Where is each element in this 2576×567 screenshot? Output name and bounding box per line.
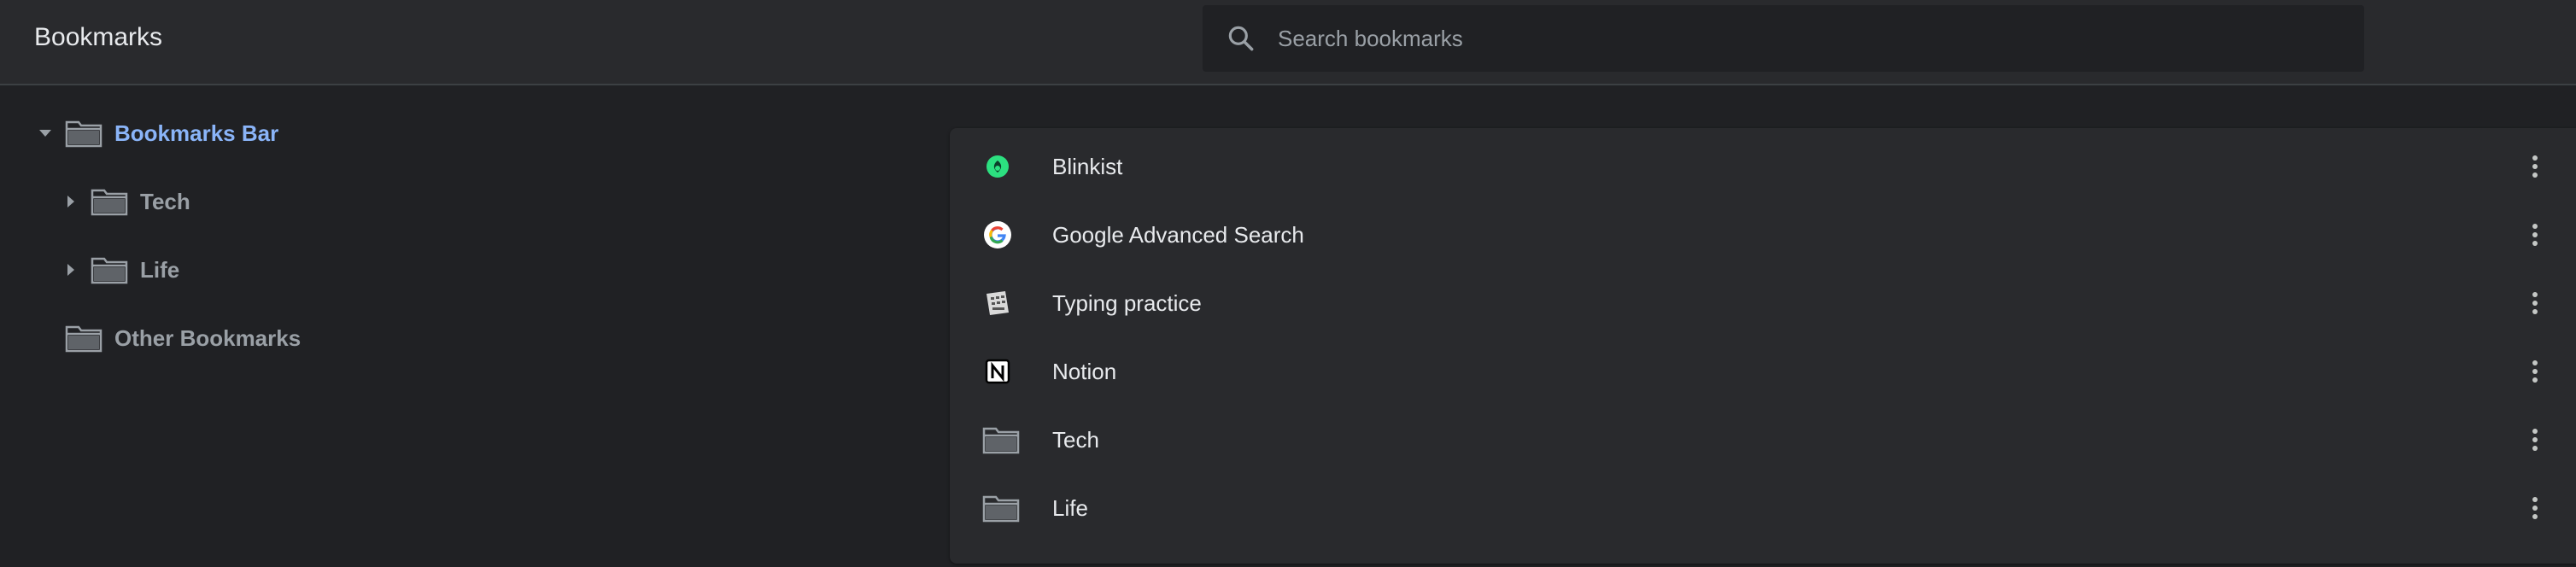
tree-item-label: Bookmarks Bar: [114, 120, 279, 146]
tree-item-label: Other Bookmarks: [114, 324, 302, 351]
folder-icon: [91, 189, 128, 216]
expand-arrow-right-icon[interactable]: [58, 257, 84, 283]
more-vert-icon[interactable]: [2518, 354, 2552, 389]
bookmark-title[interactable]: Life: [1052, 493, 1088, 523]
bookmark-title[interactable]: Typing practice: [1052, 288, 1202, 319]
google-favicon: [982, 219, 1013, 250]
more-vert-icon[interactable]: [2518, 218, 2552, 252]
folder-icon: [982, 493, 1020, 523]
more-vert-icon[interactable]: [2518, 149, 2552, 184]
list-item[interactable]: Notion: [950, 337, 2576, 406]
folder-icon: [65, 325, 102, 353]
tree-item-label: Life: [140, 256, 180, 283]
bookmark-list: Blinkist Google Advanced Search Typing p…: [950, 128, 2576, 564]
more-vert-icon[interactable]: [2518, 491, 2552, 525]
search-icon: [1228, 26, 1254, 51]
list-item[interactable]: Blinkist: [950, 132, 2576, 201]
bookmark-title[interactable]: Notion: [1052, 356, 1116, 387]
tree-item-label: Tech: [140, 188, 190, 214]
tree-item-bookmarks-bar[interactable]: Bookmarks Bar: [32, 108, 278, 159]
folder-icon: [65, 120, 102, 148]
search-box[interactable]: [1203, 5, 2364, 72]
bookmark-title[interactable]: Tech: [1052, 424, 1099, 455]
folder-icon: [982, 424, 1020, 455]
more-vert-icon[interactable]: [2518, 423, 2552, 457]
more-vert-icon[interactable]: [2518, 286, 2552, 320]
typing-practice-favicon: [982, 288, 1013, 319]
bookmark-title[interactable]: Blinkist: [1052, 151, 1122, 182]
toolbar: Bookmarks: [0, 0, 2576, 85]
blinkist-favicon: [982, 151, 1013, 182]
notion-favicon: [982, 356, 1013, 387]
tree-item-life[interactable]: Life: [58, 244, 179, 295]
tree-item-other-bookmarks[interactable]: Other Bookmarks: [32, 313, 301, 364]
tree-item-tech[interactable]: Tech: [58, 176, 190, 227]
expand-arrow-down-icon[interactable]: [32, 120, 58, 146]
list-item[interactable]: Tech: [950, 406, 2576, 474]
search-input[interactable]: [1278, 21, 2337, 56]
page-title: Bookmarks: [34, 23, 163, 51]
expand-arrow-right-icon[interactable]: [58, 189, 84, 214]
list-item[interactable]: Life: [950, 474, 2576, 542]
list-item[interactable]: Google Advanced Search: [950, 201, 2576, 269]
list-item[interactable]: Typing practice: [950, 269, 2576, 337]
folder-tree: Bookmarks Bar Tech Life Other Bookmarks: [0, 85, 940, 567]
bookmark-title[interactable]: Google Advanced Search: [1052, 219, 1304, 250]
folder-icon: [91, 257, 128, 284]
